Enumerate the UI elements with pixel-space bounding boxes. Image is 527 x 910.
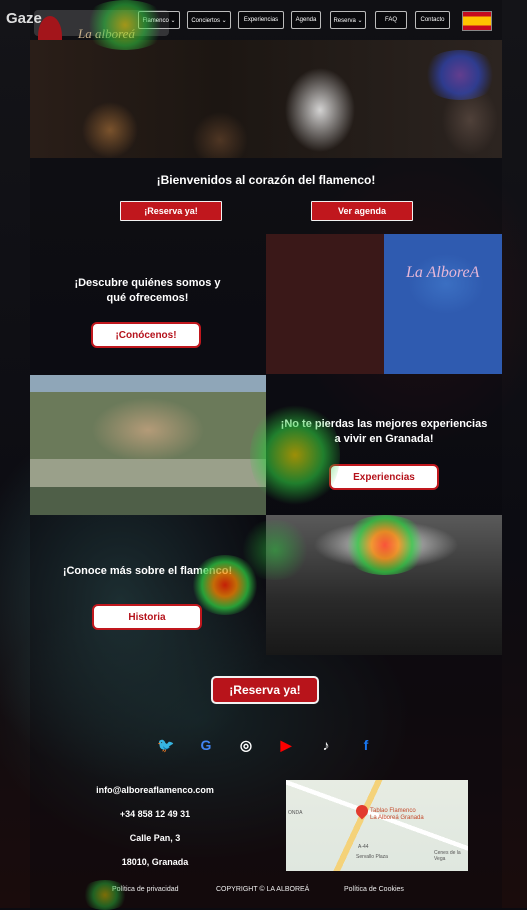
map-pin-icon: [353, 802, 371, 820]
about-text-line1: ¡Descubre quiénes somos y: [74, 277, 221, 289]
about-button[interactable]: ¡Conócenos!: [91, 322, 201, 348]
nav-conciertos[interactable]: Conciertos ⌄: [187, 11, 231, 29]
nav-contacto[interactable]: Contacto: [415, 11, 450, 29]
contact-phone[interactable]: +34 858 12 49 31: [60, 809, 250, 819]
cta-reserve-button[interactable]: ¡Reserva ya!: [211, 676, 319, 704]
reserve-button[interactable]: ¡Reserva ya!: [120, 201, 222, 221]
stage-image: La AlboreA: [266, 234, 502, 374]
history-text: ¡Conoce más sobre el flamenco!: [62, 565, 233, 577]
site-header: La alboreá Flamenco ⌄ Conciertos ⌄ Exper…: [30, 0, 502, 56]
privacy-link[interactable]: Política de privacidad: [112, 886, 179, 893]
map-label-road: A-44: [358, 844, 369, 850]
about-text-line2: qué ofrecemos!: [106, 292, 189, 304]
alhambra-image: [30, 375, 266, 515]
about-text: ¡Descubre quiénes somos y qué ofrecemos!: [60, 276, 235, 306]
tiktok-icon[interactable]: ♪: [316, 736, 336, 754]
contact-city: 18010, Granada: [121, 857, 189, 867]
contact-email[interactable]: info@alboreaflamenco.com: [60, 785, 250, 795]
instagram-icon[interactable]: ◎: [236, 736, 256, 754]
nav-agenda[interactable]: Agenda: [291, 11, 321, 29]
agenda-button[interactable]: Ver agenda: [311, 201, 413, 221]
map-place-line1: Tablao Flamenco: [370, 808, 416, 814]
experiences-text: ¡No te pierdas las mejores experiencias …: [268, 417, 500, 447]
spanish-flag-icon[interactable]: [462, 11, 492, 31]
welcome-heading: ¡Bienvenidos al corazón del flamenco!: [156, 173, 376, 187]
map-label-cenes: Cenes de la Vega: [434, 850, 461, 862]
map-place-label: Tablao Flamenco La Alboreá Granada: [370, 808, 424, 822]
map-label-onda: ONDA: [288, 810, 303, 816]
experiences-text-line1: ¡No te pierdas las mejores experiencias: [280, 418, 488, 430]
google-icon[interactable]: G: [196, 736, 216, 754]
nav-faq[interactable]: FAQ: [375, 11, 407, 29]
stage-logo-text: La AlboreA: [406, 264, 480, 281]
gaze-watermark: Gaze: [6, 10, 42, 27]
map-place-line2: La Alboreá Granada: [370, 815, 424, 821]
experiences-text-line2: a vivir en Granada!: [334, 433, 434, 445]
hero-image: [30, 40, 502, 158]
nav-experiencias[interactable]: Experiencias: [238, 11, 284, 29]
location-map[interactable]: Tablao Flamenco La Alboreá Granada ONDA …: [286, 780, 468, 871]
history-button[interactable]: Historia: [92, 604, 202, 630]
twitter-icon[interactable]: 🐦: [156, 736, 176, 754]
experiences-button[interactable]: Experiencias: [329, 464, 439, 490]
nav-flamenco[interactable]: Flamenco ⌄: [138, 11, 180, 29]
map-label-plaza: Servallo Plaza: [356, 854, 388, 860]
nav-reserva[interactable]: Reserva ⌄: [330, 11, 366, 29]
facebook-icon[interactable]: f: [356, 736, 376, 754]
youtube-icon[interactable]: ▶: [276, 736, 296, 754]
copyright-text: COPYRIGHT © LA ALBOREÁ: [216, 886, 310, 893]
flamenco-bw-image: [266, 515, 502, 655]
cookies-link[interactable]: Política de Cookies: [344, 886, 404, 893]
contact-address: Calle Pan, 3: [129, 833, 181, 843]
